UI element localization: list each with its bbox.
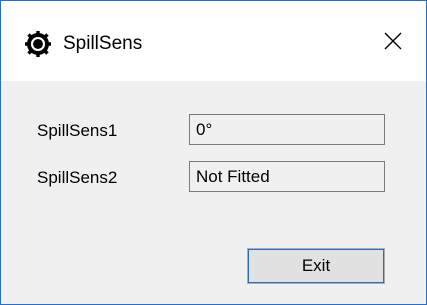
gear-app-icon [24,30,52,58]
close-button[interactable] [376,26,410,60]
title-bar[interactable]: SpillSens [1,1,426,81]
close-icon [384,32,402,55]
spillsens2-value-field: Not Fitted [189,161,385,192]
window-title: SpillSens [63,33,143,54]
dialog-window: SpillSens SpillSens1 0° SpillSens2 Not F… [0,0,427,305]
spillsens2-label: SpillSens2 [37,168,118,187]
spillsens1-value-field: 0° [189,114,385,145]
exit-button[interactable]: Exit [247,248,385,284]
spillsens1-label: SpillSens1 [37,121,118,140]
